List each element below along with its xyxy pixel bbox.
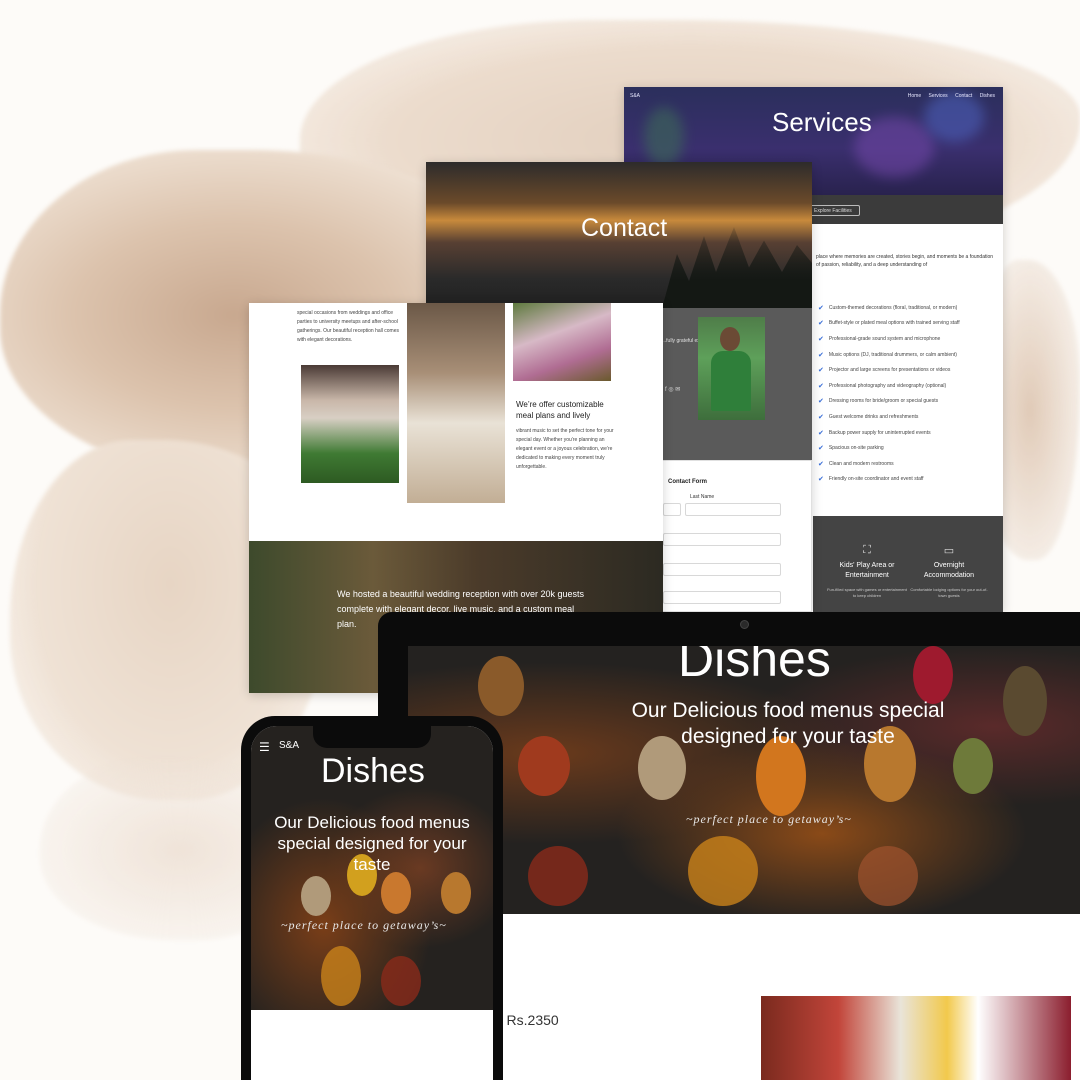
features-list: ✔ Custom-themed decorations (floral, trad… [818, 300, 960, 487]
menu-price: - Rs.2350 [498, 1012, 559, 1028]
photo-body [711, 351, 751, 411]
list-item: ✔ Buffet-style or plated meal options wit… [818, 320, 960, 328]
list-item: ✔ Guest welcome drinks and refreshments [818, 413, 919, 421]
couple-photo [407, 303, 505, 503]
check-icon: ✔ [818, 460, 824, 468]
gallery-caption: We’re offer customizable meal plans and … [516, 399, 620, 472]
brand-logo[interactable]: S&A [279, 740, 299, 751]
check-icon: ✔ [818, 320, 824, 328]
dishes-hero: ☰ S&A Dishes Our Delicious food menus sp… [251, 726, 493, 1010]
phone-screen: ☰ S&A Dishes Our Delicious food menus sp… [251, 726, 493, 1080]
check-icon: ✔ [818, 367, 824, 375]
hero-tagline: ~perfect place to getaway’s~ [281, 918, 447, 932]
nav-dishes[interactable]: Dishes [980, 93, 995, 99]
hero-subtitle: Our Delicious food menus special designe… [631, 699, 945, 748]
photo-head [720, 327, 740, 351]
phone-mockup: ☰ S&A Dishes Our Delicious food menus sp… [241, 716, 503, 1080]
check-icon: ✔ [818, 429, 824, 437]
caption-heading: We’re offer customizable meal plans and … [516, 400, 604, 420]
list-item: ✔ Custom-themed decorations (floral, trad… [818, 304, 958, 312]
social-icons: f ◎ ✉ [665, 386, 680, 393]
check-icon: ✔ [818, 398, 824, 406]
form-title: Contact Form [668, 479, 707, 485]
dishes-hero: Dishes Our Delicious food menus special … [408, 646, 1080, 914]
spice-pile [381, 956, 421, 1006]
check-icon: ✔ [818, 351, 824, 359]
webcam-icon [740, 620, 749, 629]
amenity-card: ⛶ Kids' Play Area or Entertainment Fun-f… [827, 544, 907, 598]
food-photo [761, 996, 1071, 1080]
laptop-screen: Dishes Our Delicious food menus special … [408, 646, 1080, 1080]
list-item: ✔ Backup power supply for uninterrupted e… [818, 429, 931, 437]
tree-silhouette [662, 227, 812, 308]
check-icon: ✔ [818, 382, 824, 390]
mail-icon[interactable]: ✉ [675, 387, 680, 393]
spice-pile [528, 846, 588, 906]
list-item: ✔ Projector and large screens for present… [818, 367, 951, 375]
spice-spoon [381, 872, 411, 914]
spice-pile [321, 946, 361, 1006]
list-item: ✔ Professional photography and videograph… [818, 382, 947, 390]
nav-home[interactable]: Home [908, 93, 921, 99]
list-item: ✔ Spacious on-site parking [818, 445, 884, 453]
hero-subtitle: Our Delicious food menus special designe… [274, 813, 470, 874]
kids-icon: ⛶ [863, 544, 871, 556]
check-icon: ✔ [818, 335, 824, 343]
list-item: ✔ Friendly on-site coordinator and event … [818, 476, 924, 484]
nav-services[interactable]: Services [929, 93, 948, 99]
explore-button[interactable]: Explore Facilities [810, 205, 860, 216]
services-nav: S&A Home Services Contact Dishes [630, 93, 995, 99]
decor-photo [513, 303, 611, 381]
check-icon: ✔ [818, 413, 824, 421]
hamburger-icon[interactable]: ☰ [259, 740, 270, 754]
page-title: Services [772, 107, 872, 137]
facebook-icon[interactable]: f [665, 387, 667, 393]
page-title: Contact [581, 214, 668, 242]
spice-spoon [441, 872, 471, 914]
spice-spoon [478, 656, 524, 716]
phone-input[interactable] [663, 563, 781, 576]
check-icon: ✔ [818, 304, 824, 312]
gallery-intro: special occasions from weddings and offi… [297, 310, 400, 343]
hero-tagline: ~perfect place to getaway’s~ [686, 812, 852, 826]
caption-text: vibrant music to set the perfect tone fo… [516, 428, 614, 470]
page-title: Dishes [678, 646, 831, 687]
amenities-panel: ⛶ Kids' Play Area or Entertainment Fun-f… [813, 516, 1003, 612]
spice-pile [858, 846, 918, 906]
phone-notch [313, 726, 431, 748]
contact-hero: Contact [426, 162, 812, 308]
check-icon: ✔ [818, 445, 824, 453]
bed-icon: ▭ [943, 545, 955, 557]
last-name-input[interactable] [685, 503, 781, 516]
instagram-icon[interactable]: ◎ [668, 387, 673, 393]
contact-form: Contact Form Last Name [662, 460, 812, 612]
brand-logo[interactable]: S&A [630, 93, 640, 99]
page-title: Dishes [321, 752, 425, 790]
services-intro: place where memories are created, storie… [816, 254, 994, 268]
amenity-card: ▭ Overnight Accommodation Comfortable lo… [910, 545, 988, 598]
spice-pile [688, 836, 758, 906]
spice-spoon [913, 646, 953, 704]
venue-photo [301, 365, 399, 483]
list-item: ✔ Music options (DJ, traditional drummers… [818, 351, 957, 359]
spice-spoon [301, 876, 331, 916]
spice-spoon [518, 736, 570, 796]
list-item: ✔ Professional-grade sound system and mic… [818, 335, 941, 343]
check-icon: ✔ [818, 476, 824, 484]
list-item: ✔ Dressing rooms for bride/groom or speci… [818, 398, 939, 406]
profile-photo [698, 317, 765, 420]
last-name-label: Last Name [690, 494, 715, 500]
first-name-input[interactable] [663, 503, 681, 516]
spice-spoon [1003, 666, 1047, 736]
mockup-stage: S&A Home Services Contact Dishes Service… [0, 0, 1080, 1080]
list-item: ✔ Clean and modern restrooms [818, 460, 894, 468]
nav-contact[interactable]: Contact [955, 93, 972, 99]
message-input[interactable] [663, 591, 781, 604]
email-input[interactable] [663, 533, 781, 546]
